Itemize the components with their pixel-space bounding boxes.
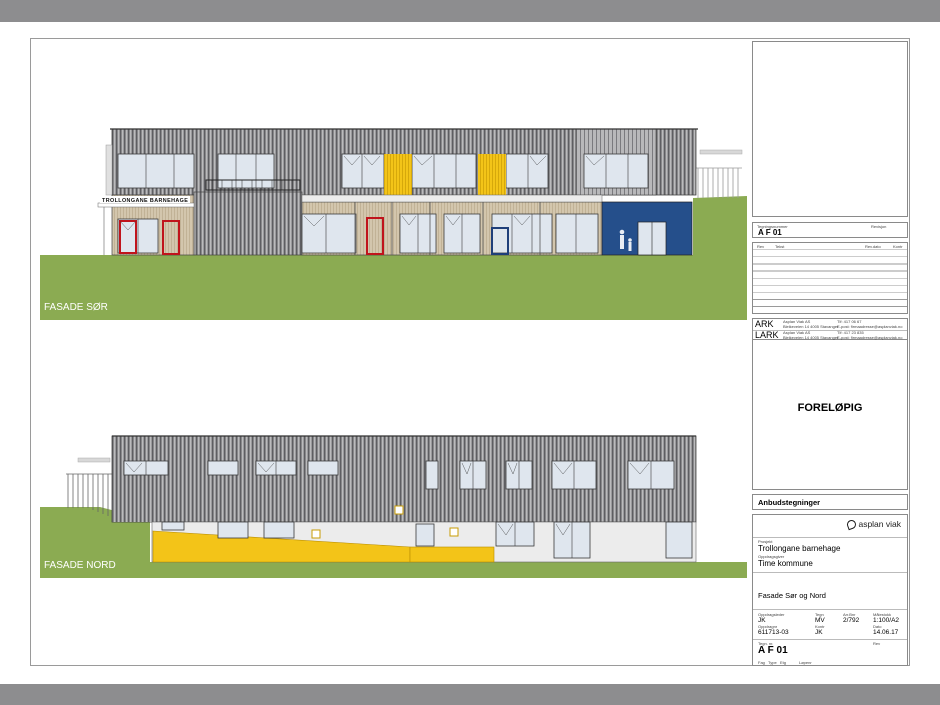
rev-col-rev: Rev (757, 244, 765, 249)
project-section: Prosjekt Trollongane barnehage Oppdragsg… (753, 537, 907, 573)
rev-col-date: Rev.dato (865, 244, 881, 249)
drawing-number-box: Tegningsnummer Revisjon A F 01 (752, 222, 908, 238)
footer-field: Type (768, 660, 777, 665)
client-name: Time kommune (758, 559, 813, 568)
drawing-title: Fasade Sør og Nord (758, 591, 826, 600)
meta-value: 14.06.17 (873, 629, 899, 636)
drawing-number: A F 01 (758, 228, 782, 237)
drawing-number-2: A F 01 (758, 645, 788, 656)
meta-section: Oppdragsleder JK Tegn MV Arr.Bnr 2/792 M… (753, 609, 907, 640)
building-sign: TROLLONGANE BARNEHAGE (102, 198, 188, 204)
meta-value: JK (815, 629, 823, 636)
project-box: asplan viak Prosjekt Trollongane barneha… (752, 514, 908, 666)
consultants-box: ARK Asplan Viak AS Bleikeveien 14 4005 S… (752, 318, 908, 340)
drawing-number-footer: Tegn. nr. Rev A F 01 Fag Type Etg Løpenr (753, 639, 907, 666)
footer-field: Fag (758, 660, 765, 665)
meta-value: 611713-03 (758, 629, 789, 636)
rev-col-sign: Kontr (893, 244, 903, 249)
consultant-code: ARK (755, 319, 774, 329)
status-text: FORELØPIG (797, 402, 863, 414)
purpose-text: Anbudstegninger (758, 498, 821, 507)
footer-field: Løpenr (799, 660, 812, 665)
meta-value: 1:100/A2 (873, 617, 900, 624)
north-elevation (40, 435, 747, 578)
consultant-code: LARK (755, 330, 779, 340)
company-logo: asplan viak (846, 518, 901, 530)
meta-value: MV (815, 617, 825, 624)
logo-mark-icon (846, 518, 858, 530)
logo-text: asplan viak (858, 519, 901, 529)
consultant-email: E-post: firmaadresse@asplanviak.no (837, 324, 903, 329)
rev-label-2: Rev (873, 641, 881, 646)
rev-col-text: Tekst (775, 244, 785, 249)
south-elevation-label: FASADE SØR (44, 302, 108, 313)
revision-label: Revisjon (871, 224, 887, 229)
south-ground (40, 255, 747, 320)
north-elevation-label: FASADE NORD (44, 560, 116, 571)
meta-value: JK (758, 617, 766, 624)
revision-table: Rev Tekst Rev.dato Kontr (752, 242, 908, 314)
footer-field: Etg (780, 660, 787, 665)
title-block-top-empty (752, 41, 908, 217)
meta-value: 2/792 (843, 617, 860, 624)
consultant-address: Bleikeveien 14 4005 Stavanger (783, 324, 839, 329)
drawing-title-section: Fasade Sør og Nord (753, 571, 907, 610)
south-elevation: TROLLONGANE BARNEHAGE (40, 128, 747, 320)
project-name: Trollongane barnehage (758, 544, 841, 553)
purpose-box: Anbudstegninger (752, 494, 908, 510)
status-box: FORELØPIG (752, 340, 908, 490)
